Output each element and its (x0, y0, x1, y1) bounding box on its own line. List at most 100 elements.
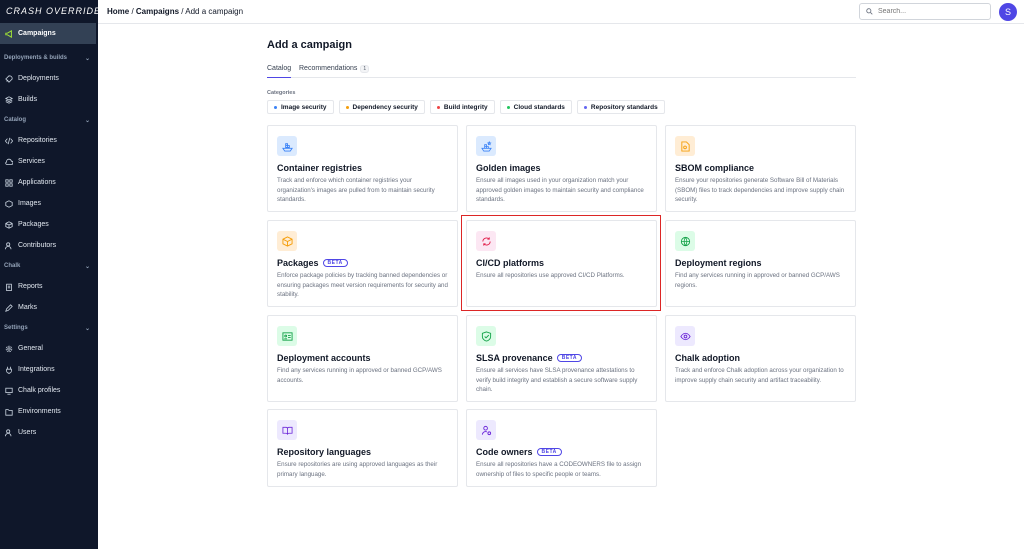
sidebar-item-environments[interactable]: Environments (0, 401, 98, 422)
breadcrumb-current: Add a campaign (185, 7, 244, 16)
section-settings[interactable]: Settings ⌄ (0, 318, 98, 338)
sidebar-item-deployments[interactable]: Deployments (0, 68, 98, 89)
card-description: Ensure all repositories have a CODEOWNER… (476, 461, 642, 478)
megaphone-icon (5, 29, 13, 38)
breadcrumb-campaigns[interactable]: Campaigns (136, 7, 179, 16)
card-title-text: Code owners (476, 447, 533, 457)
card-title-text: Deployment accounts (277, 353, 371, 363)
package-icon (5, 220, 13, 229)
chip-build-integrity[interactable]: Build integrity (429, 100, 495, 114)
sidebar-item-label: Users (18, 429, 37, 436)
layers-icon (5, 95, 13, 104)
campaign-card-deployment-regions[interactable]: Deployment regions Find any services run… (665, 220, 856, 307)
tab-recommendations[interactable]: Recommendations 1 (299, 65, 370, 73)
card-description: Enforce package policies by tracking ban… (277, 272, 448, 298)
sidebar-item-services[interactable]: Services (0, 151, 98, 172)
sidebar-item-general[interactable]: General (0, 338, 98, 359)
campaign-card-ci-cd-platforms[interactable]: CI/CD platforms Ensure all repositories … (466, 220, 657, 307)
users-icon (5, 241, 13, 250)
clipboard-icon (5, 283, 13, 291)
search-box[interactable] (859, 3, 991, 20)
eye-icon (675, 326, 695, 346)
sidebar-item-label: Packages (18, 221, 49, 228)
category-filters: Image security Dependency security Build… (267, 100, 665, 114)
monitor-icon (5, 387, 13, 395)
sidebar-item-reports[interactable]: Reports (0, 276, 98, 297)
chevron-down-icon: ⌄ (84, 55, 90, 62)
campaign-card-container-registries[interactable]: Container registries Track and enforce w… (267, 125, 458, 212)
chip-label: Cloud standards (513, 103, 565, 111)
chevron-down-icon: ⌄ (84, 117, 90, 124)
sidebar-item-label: Applications (18, 179, 56, 186)
sidebar-item-applications[interactable]: Applications (0, 172, 98, 193)
sidebar-item-label: Services (18, 158, 45, 165)
shield-check-icon (476, 326, 496, 346)
campaign-card-repository-languages[interactable]: Repository languages Ensure repositories… (267, 409, 458, 487)
sidebar-item-integrations[interactable]: Integrations (0, 359, 98, 380)
package-icon (277, 231, 297, 251)
users-icon (5, 428, 13, 437)
beta-badge: BETA (536, 448, 562, 456)
chip-label: Repository standards (590, 103, 658, 111)
breadcrumb-separator: / (129, 7, 136, 16)
sidebar-item-builds[interactable]: Builds (0, 89, 98, 110)
sidebar-item-images[interactable]: Images (0, 193, 98, 214)
chevron-down-icon: ⌄ (84, 325, 90, 332)
dot-icon (436, 105, 440, 109)
card-title: Repository languages (277, 447, 448, 457)
section-deployments-builds[interactable]: Deployments & builds ⌄ (0, 48, 98, 68)
sidebar-item-repositories[interactable]: Repositories (0, 130, 98, 151)
sidebar-item-users[interactable]: Users (0, 422, 98, 443)
campaign-card-slsa-provenance[interactable]: SLSA provenance BETA Ensure all services … (466, 315, 657, 402)
recommendations-count-badge: 1 (360, 65, 370, 73)
section-catalog[interactable]: Catalog ⌄ (0, 110, 98, 130)
sidebar-item-marks[interactable]: Marks (0, 297, 98, 318)
sidebar-item-label: Chalk profiles (18, 387, 61, 394)
sidebar-item-chalk-profiles[interactable]: Chalk profiles (0, 380, 98, 401)
campaign-card-deployment-accounts[interactable]: Deployment accounts Find any services ru… (267, 315, 458, 402)
sidebar-item-label: Repositories (18, 137, 57, 144)
sidebar-item-label: Images (18, 200, 41, 207)
pen-icon (5, 303, 13, 312)
cloud-icon (5, 158, 13, 166)
avatar[interactable]: S (999, 3, 1017, 21)
search-input[interactable] (878, 8, 978, 15)
breadcrumb-home[interactable]: Home (107, 7, 129, 16)
sidebar-item-contributors[interactable]: Contributors (0, 235, 98, 256)
campaign-card-golden-images[interactable]: Golden images Ensure all images used in … (466, 125, 657, 212)
chip-image-security[interactable]: Image security (267, 100, 334, 114)
card-description: Ensure all services have SLSA provenance… (476, 367, 638, 393)
app-logo: CRASH OVERRIDE (6, 6, 102, 16)
categories-label: Categories (267, 90, 296, 96)
card-title: Deployment regions (675, 258, 846, 268)
card-title: Golden images (476, 163, 647, 173)
campaign-card-code-owners[interactable]: Code owners BETA Ensure all repositories … (466, 409, 657, 487)
chip-label: Dependency security (352, 103, 418, 111)
campaign-card-chalk-adoption[interactable]: Chalk adoption Track and enforce Chalk a… (665, 315, 856, 402)
sidebar-item-label: Deployments (18, 75, 59, 82)
tab-catalog[interactable]: Catalog (267, 65, 292, 78)
dot-icon (345, 105, 349, 109)
sidebar-item-label: Campaigns (18, 30, 56, 37)
card-title-text: Repository languages (277, 447, 372, 457)
card-title-text: SLSA provenance (476, 353, 553, 363)
card-description: Find any services running in approved or… (675, 272, 840, 289)
sidebar-item-label: Integrations (18, 366, 55, 373)
campaign-card-sbom-compliance[interactable]: SBOM compliance Ensure your repositories… (665, 125, 856, 212)
campaign-card-packages[interactable]: Packages BETA Enforce package policies by… (267, 220, 458, 307)
card-description: Track and enforce Chalk adoption across … (675, 367, 844, 384)
chip-cloud-standards[interactable]: Cloud standards (499, 100, 572, 114)
card-title-text: SBOM compliance (675, 163, 755, 173)
card-description: Track and enforce which container regist… (277, 177, 435, 203)
rocket-icon (5, 74, 13, 83)
section-chalk[interactable]: Chalk ⌄ (0, 256, 98, 276)
book-open-icon (277, 420, 297, 440)
folder-icon (5, 408, 13, 416)
section-label: Chalk (4, 263, 21, 269)
globe-icon (675, 231, 695, 251)
sidebar-item-packages[interactable]: Packages (0, 214, 98, 235)
sidebar-item-campaigns[interactable]: Campaigns (0, 23, 96, 44)
breadcrumb: Home / Campaigns / Add a campaign (107, 7, 243, 16)
chip-repository-standards[interactable]: Repository standards (576, 100, 665, 114)
chip-dependency-security[interactable]: Dependency security (338, 100, 425, 114)
